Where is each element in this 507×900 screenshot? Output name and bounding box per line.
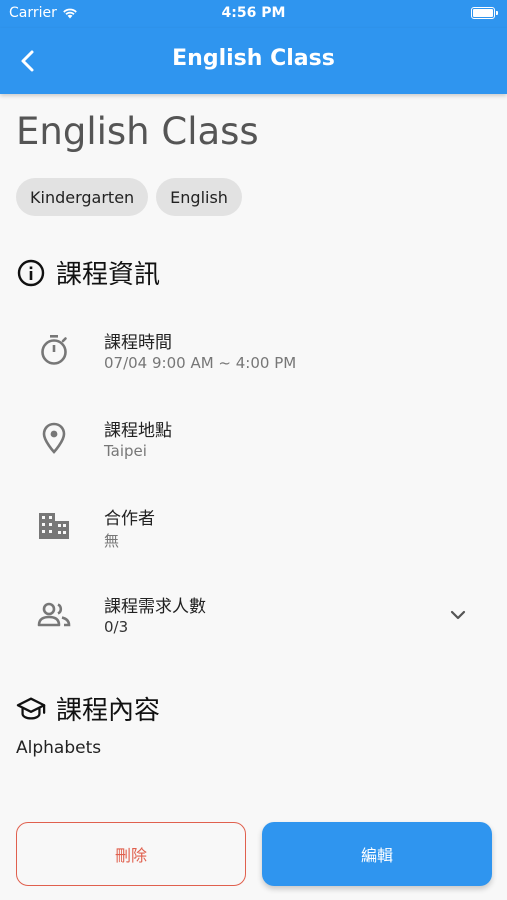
content-section-header: 課程內容 bbox=[16, 690, 160, 727]
info-row-time: 課程時間 07/04 9:00 AM ~ 4:00 PM bbox=[0, 322, 507, 382]
edit-button-label: 編輯 bbox=[360, 846, 393, 865]
info-label: 課程地點 bbox=[104, 421, 172, 441]
info-label: 合作者 bbox=[104, 509, 155, 529]
app-bar: English Class bbox=[0, 28, 507, 94]
course-title: English Class bbox=[16, 110, 259, 153]
info-section-header: 課程資訊 bbox=[16, 254, 160, 291]
app-bar-title: English Class bbox=[172, 46, 335, 71]
course-content-text: Alphabets bbox=[16, 738, 102, 758]
delete-button-label: 刪除 bbox=[114, 846, 147, 865]
clock: 4:56 PM bbox=[221, 5, 286, 21]
info-section-title: 課程資訊 bbox=[56, 260, 161, 290]
people-icon bbox=[36, 596, 72, 632]
info-row-headcount[interactable]: 課程需求人數 0/3 bbox=[0, 586, 507, 646]
status-bar: Carrier 4:56 PM bbox=[0, 0, 507, 28]
graduation-cap-icon bbox=[16, 694, 46, 724]
info-value: 0/3 bbox=[104, 618, 129, 636]
info-label: 課程時間 bbox=[104, 333, 172, 353]
tag-chip: English bbox=[156, 178, 242, 216]
tag-chip: Kindergarten bbox=[16, 178, 149, 216]
building-icon bbox=[36, 508, 72, 544]
timer-icon bbox=[36, 332, 72, 368]
edit-button[interactable]: 編輯 bbox=[262, 822, 492, 886]
battery-icon bbox=[471, 7, 498, 19]
chevron-down-icon[interactable] bbox=[447, 604, 469, 626]
info-value: 07/04 9:00 AM ~ 4:00 PM bbox=[104, 354, 297, 372]
tag-list: Kindergarten English bbox=[16, 178, 242, 216]
location-pin-icon bbox=[36, 420, 72, 456]
info-label: 課程需求人數 bbox=[104, 597, 206, 617]
info-row-partner: 合作者 無 bbox=[0, 498, 507, 558]
info-value: Taipei bbox=[104, 442, 147, 460]
info-value: 無 bbox=[104, 532, 120, 550]
delete-button[interactable]: 刪除 bbox=[16, 822, 246, 886]
info-row-location: 課程地點 Taipei bbox=[0, 410, 507, 470]
content-section-title: 課程內容 bbox=[56, 696, 161, 726]
info-icon bbox=[16, 258, 46, 288]
